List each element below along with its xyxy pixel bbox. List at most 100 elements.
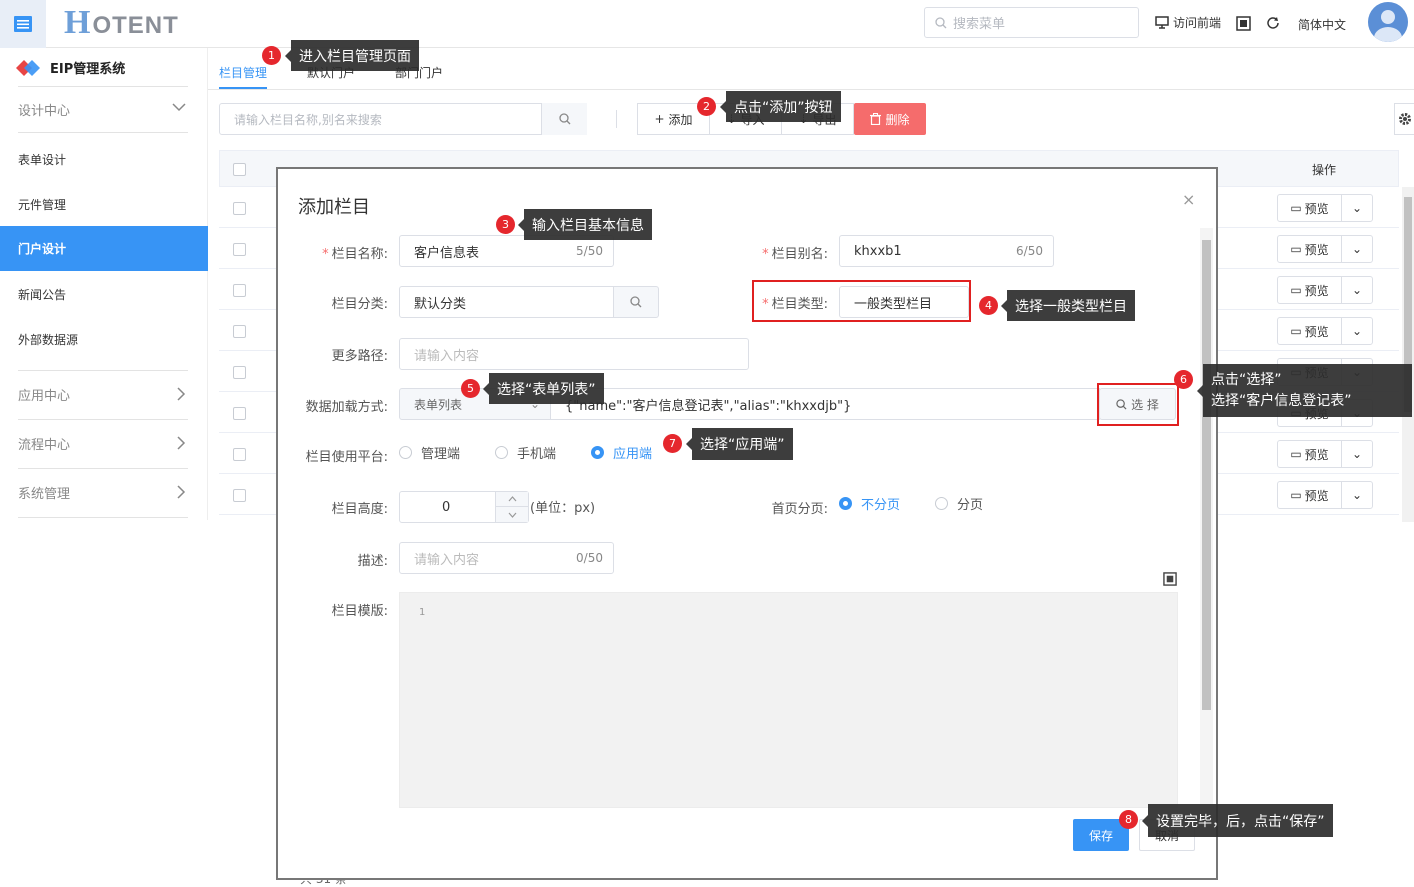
menu-search-input[interactable]: 搜索菜单 (924, 7, 1139, 38)
chevron-down-icon[interactable]: ⌄ (1342, 324, 1372, 338)
sidebar-item-news[interactable]: 新闻公告 (0, 272, 208, 317)
diamond-logo-icon (16, 59, 40, 76)
more-path-input[interactable]: 请输入内容 (399, 338, 749, 370)
sidebar-item-component-manage[interactable]: 元件管理 (0, 182, 208, 227)
user-avatar-icon (1368, 2, 1408, 42)
preview-split-button[interactable]: ▭预览⌄ (1277, 317, 1373, 345)
chevron-down-icon[interactable]: ⌄ (1342, 283, 1372, 297)
desc-label: 描述: (357, 554, 388, 569)
preview-split-button[interactable]: ▭预览⌄ (1277, 481, 1373, 509)
platform-label: 栏目使用平台: (305, 450, 388, 465)
chevron-down-icon[interactable] (496, 507, 528, 522)
monitor-icon: ▭ (1290, 447, 1302, 461)
row-checkbox[interactable] (233, 284, 246, 297)
editor-fullscreen-button[interactable] (1163, 572, 1177, 586)
chevron-up-icon[interactable] (496, 492, 528, 507)
template-code-editor[interactable]: 1 (399, 592, 1178, 808)
chevron-right-icon (177, 387, 186, 401)
dialog-scrollbar[interactable] (1200, 228, 1213, 804)
monitor-icon: ▭ (1290, 324, 1302, 338)
sidebar-item-portal-design[interactable]: 门户设计 (0, 226, 208, 271)
step-badge: 5 (461, 379, 480, 398)
category-input[interactable]: 默认分类 (399, 286, 614, 318)
menu-icon (14, 16, 32, 32)
row-checkbox[interactable] (233, 489, 246, 502)
step-badge: 1 (262, 46, 281, 65)
delete-button[interactable]: 删除 (854, 103, 926, 135)
row-checkbox[interactable] (233, 325, 246, 338)
column-search-input[interactable]: 请输入栏目名称,别名来搜索 (219, 103, 587, 135)
height-stepper[interactable] (495, 492, 528, 522)
height-label: 栏目高度: (331, 502, 388, 517)
system-brand: EIP管理系统 (16, 58, 125, 77)
table-scrollbar[interactable] (1402, 187, 1414, 522)
column-alias-input[interactable]: khxxb1 6/50 (839, 235, 1054, 267)
sidebar-item-design-center[interactable]: 设计中心 (0, 87, 208, 132)
sidebar-item-app-center[interactable]: 应用中心 (0, 372, 208, 417)
chevron-down-icon[interactable]: ⌄ (1342, 242, 1372, 256)
sidebar-item-flow-center[interactable]: 流程中心 (0, 421, 208, 466)
visit-frontend-link[interactable]: 访问前端 (1155, 14, 1221, 31)
row-checkbox[interactable] (233, 366, 246, 379)
step-callout: 点击“选择” 选择“客户信息登记表” (1197, 364, 1412, 417)
search-icon (935, 16, 947, 28)
refresh-button[interactable] (1266, 16, 1280, 30)
category-search-button[interactable] (613, 286, 659, 318)
menu-toggle-button[interactable] (0, 0, 46, 48)
name-label: * 栏目名称: (322, 247, 388, 262)
tab-column-manage[interactable]: 栏目管理 (219, 64, 267, 81)
sidebar-item-external-datasource[interactable]: 外部数据源 (0, 317, 208, 362)
chevron-down-icon[interactable]: ⌄ (1342, 447, 1372, 461)
monitor-icon (1155, 16, 1169, 29)
chevron-down-icon[interactable]: ⌄ (1342, 201, 1372, 215)
language-switch[interactable]: 简体中文 (1298, 16, 1346, 33)
gear-icon (1399, 113, 1411, 125)
tabs-divider (208, 89, 1414, 90)
platform-radio-admin[interactable]: 管理端 (399, 443, 460, 462)
preview-split-button[interactable]: ▭预览⌄ (1277, 235, 1373, 263)
step-callout: 选择“表单列表” (483, 373, 604, 404)
monitor-icon: ▭ (1290, 242, 1302, 256)
fullscreen-icon (1236, 16, 1251, 31)
monitor-icon: ▭ (1290, 488, 1302, 502)
avatar[interactable] (1368, 2, 1408, 42)
step-callout: 进入栏目管理页面 (285, 40, 419, 71)
chevron-down-icon[interactable]: ⌄ (1342, 488, 1372, 502)
paging-label: 首页分页: (771, 502, 828, 517)
step-callout: 点击“添加”按钮 (720, 91, 841, 122)
step-callout: 输入栏目基本信息 (518, 209, 652, 240)
search-icon (630, 296, 642, 308)
row-checkbox[interactable] (233, 448, 246, 461)
height-unit: (单位：px) (530, 501, 596, 516)
platform-radio-mobile[interactable]: 手机端 (495, 443, 556, 462)
chevron-right-icon (177, 436, 186, 450)
load-method-label: 数据加载方式: (305, 400, 388, 415)
toolbar-divider (616, 110, 617, 128)
top-bar: HOTENT 搜索菜单 访问前端 简体中文 (0, 0, 1414, 48)
load-json-input[interactable]: {"name":"客户信息登记表","alias":"khxxdjb"} (550, 388, 1100, 420)
row-checkbox[interactable] (233, 243, 246, 256)
chevron-down-icon (172, 103, 186, 112)
preview-split-button[interactable]: ▭预览⌄ (1277, 194, 1373, 222)
plus-icon: + (654, 112, 665, 126)
step-callout: 选择“应用端” (686, 428, 793, 460)
row-checkbox[interactable] (233, 407, 246, 420)
paging-radio-page[interactable]: 分页 (935, 494, 983, 513)
platform-radio-app[interactable]: 应用端 (591, 443, 652, 462)
step-callout: 设置完毕，后，点击“保存” (1142, 804, 1333, 837)
sidebar-item-system-manage[interactable]: 系统管理 (0, 470, 208, 515)
column-settings-button[interactable] (1394, 103, 1414, 135)
paging-radio-none[interactable]: 不分页 (839, 494, 900, 513)
step-badge: 6 (1174, 370, 1193, 389)
column-search-button[interactable] (541, 103, 587, 135)
preview-split-button[interactable]: ▭预览⌄ (1277, 440, 1373, 468)
fullscreen-button[interactable] (1236, 16, 1251, 31)
preview-split-button[interactable]: ▭预览⌄ (1277, 276, 1373, 304)
step-badge: 7 (663, 434, 682, 453)
close-icon[interactable]: × (1182, 190, 1195, 209)
select-all-checkbox[interactable] (233, 163, 246, 176)
sidebar-item-form-design[interactable]: 表单设计 (0, 137, 208, 182)
description-input[interactable]: 请输入内容 0/50 (399, 542, 614, 574)
search-icon (558, 113, 570, 125)
row-checkbox[interactable] (233, 202, 246, 215)
